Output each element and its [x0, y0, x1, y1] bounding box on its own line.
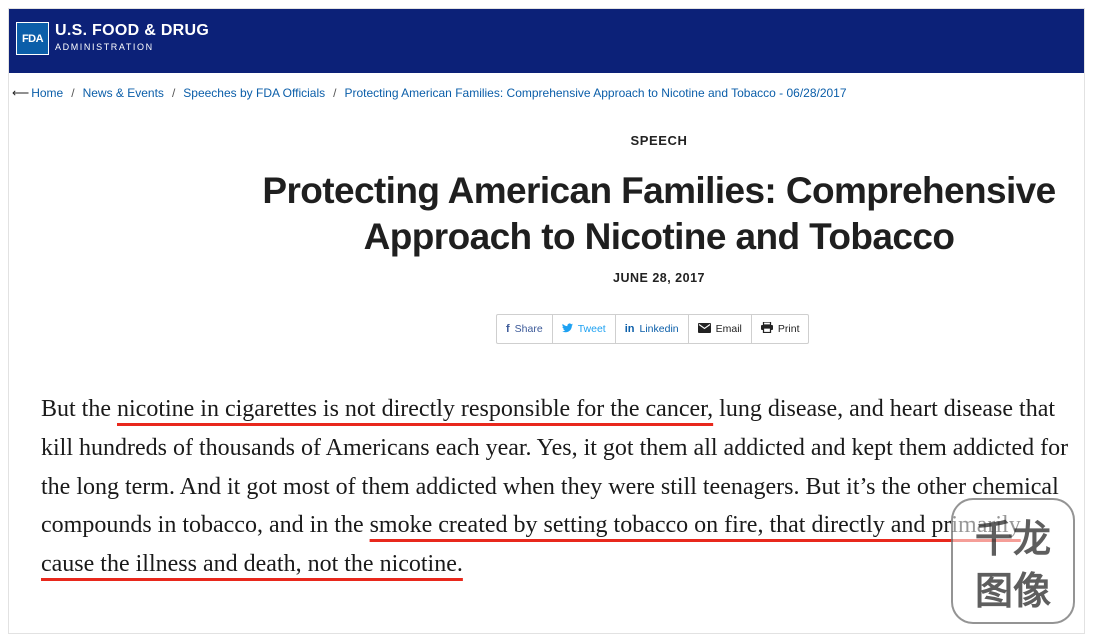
title-line-1: Protecting American Families: Comprehens…	[262, 170, 1056, 211]
quote-text-plain: But the	[41, 396, 117, 422]
breadcrumb-separator: /	[71, 86, 75, 100]
share-facebook-label: Share	[514, 323, 543, 335]
publish-date: JUNE 28, 2017	[613, 271, 705, 285]
linkedin-icon: in	[624, 323, 635, 335]
quote-excerpt: But the nicotine in cigarettes is not di…	[41, 390, 1071, 584]
share-facebook-button[interactable]: f Share	[497, 315, 553, 343]
facebook-icon: f	[506, 323, 510, 335]
share-toolbar: f Share Tweet in Linkedin Email Print	[496, 314, 810, 344]
breadcrumb-separator: /	[171, 86, 176, 100]
site-header: FDA U.S. FOOD & DRUG ADMINISTRATION	[9, 9, 1084, 73]
breadcrumb: ⟵ Home / News & Events / Speeches by FDA Offi…	[12, 85, 847, 101]
page-title: Protecting American Families: Comprehens…	[259, 168, 1059, 260]
envelope-icon	[697, 322, 711, 336]
fda-logo[interactable]: FDA	[16, 22, 49, 55]
breadcrumb-home[interactable]: Home	[31, 86, 63, 100]
breadcrumb-separator: /	[333, 86, 337, 100]
breadcrumb-speeches[interactable]: Speeches by FDA Officials	[183, 86, 325, 100]
share-linkedin-button[interactable]: in Linkedin	[616, 315, 689, 343]
quote-paragraph: But the nicotine in cigarettes is not di…	[41, 390, 1071, 584]
breadcrumb-news-events[interactable]: News & Events	[83, 86, 164, 100]
share-print-button[interactable]: Print	[752, 315, 809, 343]
breadcrumb-current-page[interactable]: Protecting American Families: Comprehens…	[344, 86, 846, 100]
watermark-stamp: 千龙 图像	[951, 498, 1075, 624]
share-twitter-button[interactable]: Tweet	[553, 315, 616, 343]
title-line-2: Approach to Nicotine and Tobacco	[363, 216, 955, 257]
share-linkedin-label: Linkedin	[639, 323, 679, 335]
content-type-label: SPEECH	[630, 133, 688, 148]
printer-icon	[760, 321, 773, 336]
share-twitter-label: Tweet	[577, 323, 606, 335]
watermark-line2: 图像	[975, 569, 1051, 613]
back-arrow-icon: ⟵	[12, 86, 30, 100]
share-print-label: Print	[777, 323, 800, 335]
watermark-logo: 千龙 图像	[975, 517, 1051, 613]
share-email-button[interactable]: Email	[689, 315, 752, 343]
watermark-line1: 千龙	[975, 517, 1051, 561]
org-subtitle: ADMINISTRATION	[55, 42, 154, 52]
quote-text-underlined: nicotine in cigarettes is not directly r…	[117, 396, 714, 422]
twitter-icon	[561, 322, 573, 336]
share-email-label: Email	[715, 323, 742, 335]
org-name[interactable]: U.S. FOOD & DRUG	[55, 22, 209, 40]
